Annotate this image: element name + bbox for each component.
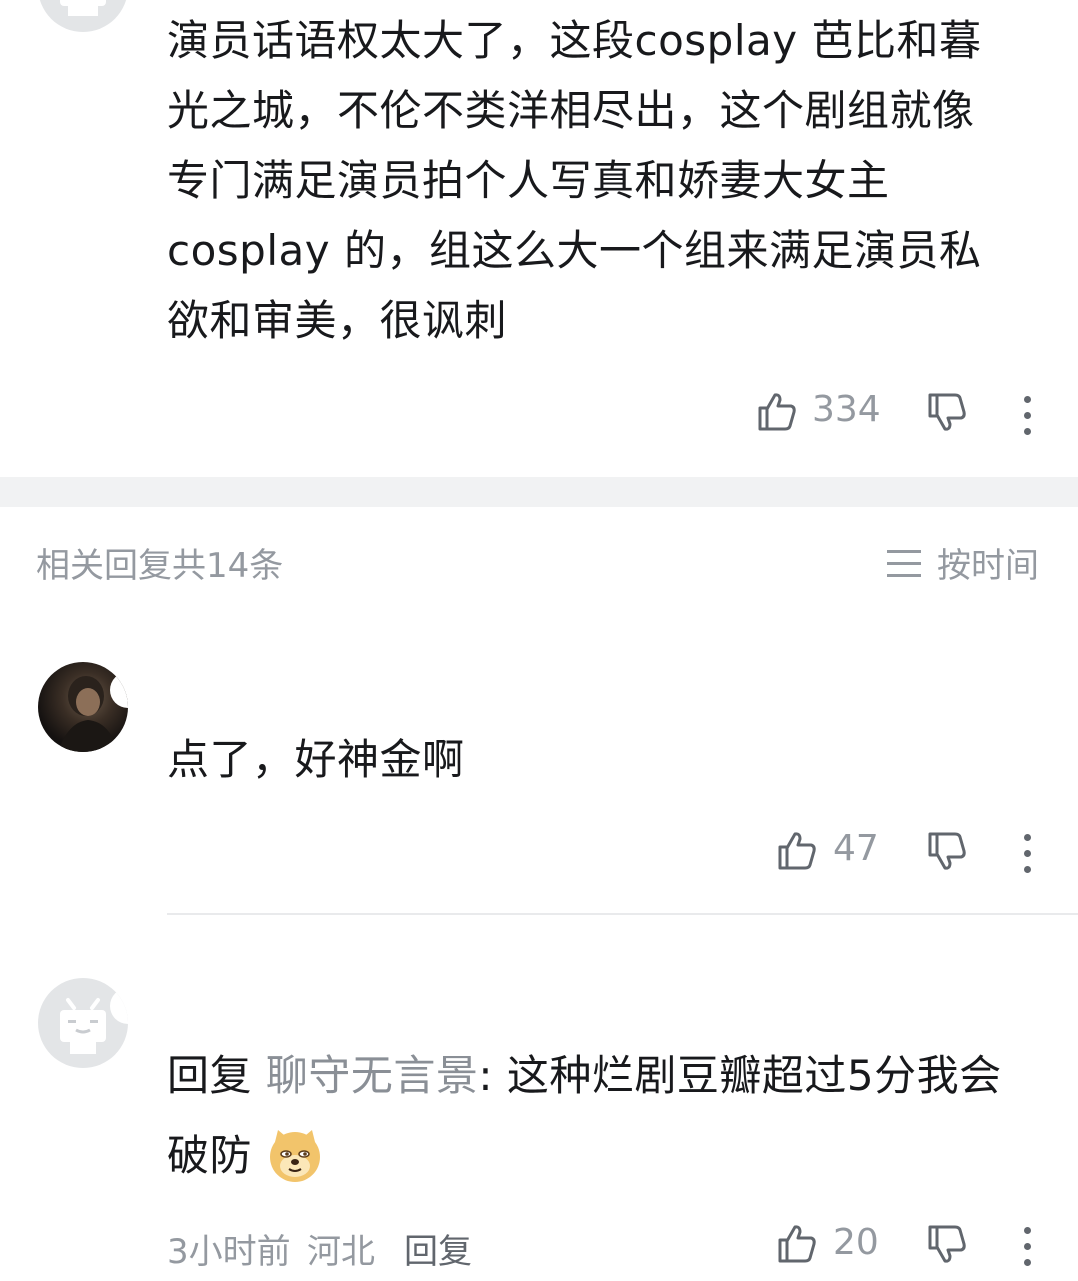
- thumbs-up-icon: [758, 393, 796, 431]
- dislike-button[interactable]: [926, 831, 968, 873]
- mention-separator: :: [478, 1051, 494, 1100]
- sort-label: 按时间: [937, 546, 1039, 586]
- sort-button[interactable]: 按时间: [885, 538, 1039, 587]
- comment-line: 演员话语权太大了，这段cosplay 芭比和暮: [167, 16, 982, 65]
- avatar[interactable]: [38, 0, 128, 32]
- reply-text: 点了，好神金啊: [167, 735, 465, 784]
- comment-line: 专门满足演员拍个人写真和娇妻大女主: [167, 156, 890, 205]
- reply-text: 回复 聊守无言景: 这种烂剧豆瓣超过5分我会 破防: [167, 1041, 1067, 1191]
- default-avatar-icon: [60, 0, 106, 16]
- reply-button[interactable]: 回复: [404, 1224, 472, 1273]
- more-icon[interactable]: [1024, 396, 1032, 444]
- reply-divider: [167, 913, 1078, 915]
- reply-count-label: 相关回复共14条: [36, 546, 284, 586]
- like-button[interactable]: [776, 829, 818, 871]
- comment-line: 欲和审美，很讽刺: [167, 296, 508, 345]
- reply-text-line1: 这种烂剧豆瓣超过5分我会: [493, 1051, 1002, 1100]
- thumbs-up-icon: [778, 1225, 816, 1263]
- comment-line: 光之城，不伦不类洋相尽出，这个剧组就像: [167, 86, 975, 135]
- like-count: 20: [833, 1222, 879, 1263]
- like-button[interactable]: [776, 1222, 818, 1264]
- reply-line: 回复 聊守无言景: 这种烂剧豆瓣超过5分我会: [167, 1041, 1067, 1111]
- reply-line: 破防: [167, 1121, 1067, 1191]
- thumbs-down-icon: [928, 393, 966, 431]
- reply-text-line2: 破防: [167, 1131, 253, 1180]
- dislike-button[interactable]: [926, 392, 968, 434]
- avatar-photo-icon: [58, 676, 118, 752]
- more-icon[interactable]: [1024, 1227, 1032, 1275]
- reply-location: 河北: [307, 1232, 375, 1272]
- avatar[interactable]: [38, 978, 128, 1068]
- more-icon[interactable]: [1024, 834, 1032, 882]
- like-button[interactable]: [756, 390, 798, 432]
- default-avatar-icon: [60, 998, 106, 1054]
- comment-text: 演员话语权太大了，这段cosplay 芭比和暮 光之城，不伦不类洋相尽出，这个剧…: [167, 6, 1057, 356]
- sort-icon: [887, 549, 921, 577]
- section-divider: [0, 477, 1078, 507]
- reply-prefix: 回复: [167, 1051, 253, 1100]
- like-count: 47: [833, 828, 879, 869]
- thumbs-down-icon: [928, 832, 966, 870]
- comment-line: cosplay 的，组这么大一个组来满足演员私: [167, 226, 982, 275]
- mention-link[interactable]: 聊守无言景: [266, 1051, 479, 1100]
- dislike-button[interactable]: [926, 1224, 968, 1266]
- doge-emoji-icon: [266, 1126, 324, 1184]
- like-count: 334: [812, 389, 881, 430]
- reply-time: 3小时前: [167, 1232, 291, 1272]
- thumbs-down-icon: [928, 1225, 966, 1263]
- avatar[interactable]: [38, 662, 128, 752]
- thumbs-up-icon: [778, 832, 816, 870]
